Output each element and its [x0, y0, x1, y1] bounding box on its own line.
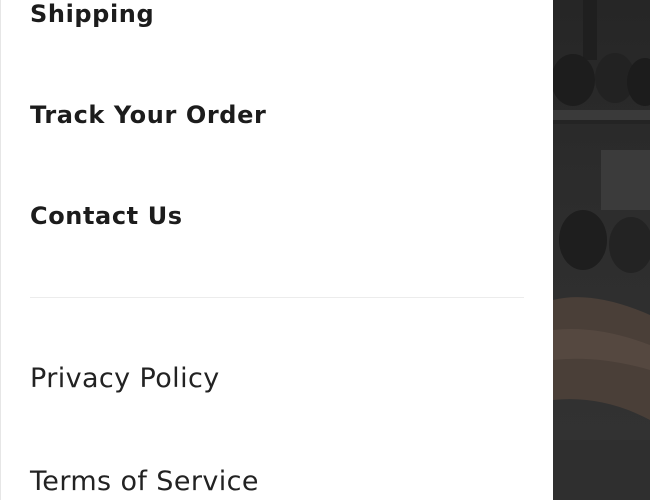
- menu-link-contact-us[interactable]: Contact Us: [30, 202, 183, 230]
- menu-divider: [30, 297, 524, 298]
- menu-link-privacy-policy[interactable]: Privacy Policy: [30, 363, 220, 394]
- dimmed-background-image[interactable]: [553, 0, 650, 500]
- navigation-drawer: Shipping Track Your Order Contact Us Pri…: [0, 0, 553, 500]
- menu-link-shipping[interactable]: Shipping: [30, 0, 154, 28]
- menu-link-terms-of-service[interactable]: Terms of Service: [30, 466, 259, 497]
- menu-link-track-your-order[interactable]: Track Your Order: [30, 101, 266, 129]
- page: Shipping Track Your Order Contact Us Pri…: [0, 0, 650, 500]
- gym-photo-image: [553, 0, 650, 500]
